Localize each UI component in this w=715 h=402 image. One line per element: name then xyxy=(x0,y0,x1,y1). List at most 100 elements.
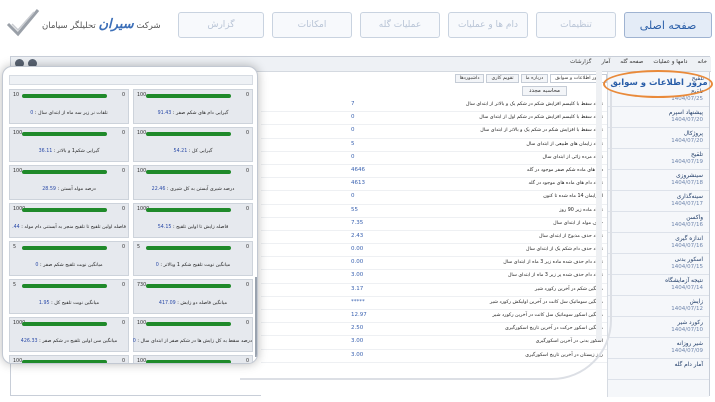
stat-value: 3.00 xyxy=(351,351,364,358)
gauge-max: 730 xyxy=(137,283,147,288)
tab-features[interactable]: امکانات xyxy=(272,12,352,38)
stat-row: تعداد سقط با افزایش شکم در شکم یک و بالا… xyxy=(261,125,607,139)
recalculate-button[interactable]: محاسبه مجدد xyxy=(522,86,567,96)
app-tab-animals[interactable]: دامها و عملیات xyxy=(653,59,687,65)
subtab-about[interactable]: درباره ما xyxy=(520,74,549,83)
sidebar-history-item[interactable]: رکورد شیر 1404/07/10 xyxy=(608,317,709,338)
records-scrollbar[interactable] xyxy=(596,70,602,340)
kpi-gauge: 1000 0 فاصله اولین تلقیح تا تلقیح منجر به … xyxy=(9,203,129,238)
stat-row: تعداد حذف مذبوح از ابتدای سال 2.43 xyxy=(261,231,607,245)
gauge-max: 5 xyxy=(13,283,17,288)
gauge-value: 0 xyxy=(132,339,136,344)
sidebar-history-item[interactable]: آمار دام گله xyxy=(608,359,709,380)
gauge-caption: میانگین نوبت تلقیح شکم 1 وبالاتر : 0 xyxy=(134,263,252,268)
zoomed-gauges-panel: 100 0 گیرایی دام های شکم صفر : 91.43 10 0 تلق… xyxy=(2,66,258,364)
app-tab-home[interactable]: خانه xyxy=(697,59,707,65)
stat-label: میانگین شکم در آخرین رکورد شیر xyxy=(534,286,603,292)
history-item-title: نتیجه آزمایشگاه xyxy=(665,278,703,284)
gauge-value: 417.09 xyxy=(158,301,176,306)
stat-label: دام های ماده شکم صفر موجود در گله xyxy=(526,167,603,173)
sidebar-history-item[interactable]: پیشنهاد اسپرم 1404/07/20 xyxy=(608,107,709,128)
gauge-caption: درصد سقط به کل زایش ها در شکم صفر از ابت… xyxy=(132,339,252,344)
stat-value: 7.35 xyxy=(351,219,364,226)
tab-herd-operations[interactable]: عملیات گله xyxy=(360,12,440,38)
sidebar-history-item[interactable]: سینه‌گذاری 1404/07/17 xyxy=(608,191,709,212)
stat-row: تعداد ماده زیر 90 روز 55 xyxy=(261,205,607,218)
history-item-date: 1404/07/12 xyxy=(671,306,703,312)
gauge-label: میانگین فاصله دو زایش : xyxy=(177,301,228,306)
sidebar-history-item[interactable]: اندازه گیری 1404/07/16 xyxy=(608,233,709,254)
sidebar-history-item[interactable]: شیر روزانه 1404/07/09 xyxy=(608,338,709,359)
history-item-date: 1404/07/14 xyxy=(671,285,703,291)
kpi-gauge: 730 0 میانگین فاصله دو زایش : 417.09 xyxy=(133,279,253,314)
app-tab-stats[interactable]: آمار xyxy=(601,59,610,65)
gauge-value: 0 xyxy=(30,111,34,116)
history-item-date: 1404/07/15 xyxy=(671,264,703,270)
stat-row: تعداد حذف دام شکم یک از ابتدای سال 0.00 xyxy=(261,244,607,258)
sidebar-history-item[interactable]: زایش 1404/07/12 xyxy=(608,296,709,317)
gauge-bar xyxy=(146,246,231,250)
gauge-label: فاصله زایش تا اولین تلقیح : xyxy=(173,225,229,230)
stat-row: روز زیستان در آخرین تاریخ اسکورگیری 3.00 xyxy=(261,350,607,363)
tab-settings[interactable]: تنظیمات xyxy=(536,12,616,38)
kpi-gauge: 100 0 گیرایی شکم1 و بالاتر : 36.11 xyxy=(9,127,129,162)
gauge-min: 0 xyxy=(245,245,249,250)
stat-row: اسکور بدنی در آخرین اسکورگیری 3.00 xyxy=(261,336,607,350)
stat-label: تعداد زایمان های طبیعی از ابتدای سال xyxy=(526,141,603,147)
history-item-title: اسکور بدنی xyxy=(674,257,703,263)
gauge-label: میانگین نوبت تلقیح شکم صفر : xyxy=(40,263,103,268)
gauge-value: 22.46 xyxy=(151,187,166,192)
app-tab-reports[interactable]: گزارشات xyxy=(570,59,591,65)
stat-label: تعداد سقط با کلیسم افزایش شکم در شکم اول… xyxy=(479,115,603,121)
tab-home[interactable]: صفحه اصلی xyxy=(624,12,712,38)
gauge-caption: میانگین سن اولین تلقیح در شکم صفر : 426.… xyxy=(10,339,128,344)
kpi-gauge: 1000درصد سقط به کل زایش در شکم 1 و بالات… xyxy=(9,355,129,364)
subtab-dashboards[interactable]: داشبوردها xyxy=(454,74,485,83)
stat-label: تعداد دام حذف شده پر زیر 3 ماه از ابتدای… xyxy=(507,273,603,279)
stat-label: تعداد مرده زائی از ابتدای سال xyxy=(542,154,603,160)
sidebar-history-item[interactable]: تلقیح 1404/07/19 xyxy=(608,149,709,170)
stat-row: دام های ماده شکم صفر موجود در گله 4646 xyxy=(261,165,607,179)
records-subtabs: مرور اطلاعات و سوابق درباره ما تقویم کار… xyxy=(454,74,607,83)
sidebar-history-item[interactable]: نتیجه آزمایشگاه 1404/07/14 xyxy=(608,275,709,296)
sidebar-history-item[interactable]: پروژکال 1404/07/20 xyxy=(608,128,709,149)
kpi-gauge: 5 0 میانگین نوبت تلقیح شکم 1 وبالاتر : 0 xyxy=(133,241,253,276)
stat-value: 2.43 xyxy=(351,232,364,239)
tab-animals-operations[interactable]: دام ها و عملیات xyxy=(448,12,528,38)
stat-value: 7 xyxy=(351,101,355,107)
gauge-min: 0 xyxy=(245,283,249,288)
gauges-scrollbar[interactable] xyxy=(255,277,257,357)
gauge-max: 10 xyxy=(13,93,20,98)
stat-row: میانگین سوماتیک سل کانت در آخرین اولیکش … xyxy=(261,297,607,310)
stat-row: تعداد زایمان های طبیعی از ابتدای سال 5 xyxy=(261,139,607,152)
app-tab-herd[interactable]: صفحه گله xyxy=(620,59,643,65)
kpi-gauge: 10 0 تلقات نر زیر سه ماه از ابتدای سال : 0 xyxy=(9,89,129,124)
stat-row: تعداد دام حذف شده پر زیر 3 ماه از ابتدای… xyxy=(261,270,607,284)
gauge-max: 100 xyxy=(137,321,147,326)
stat-value: 0.00 xyxy=(351,259,364,266)
stat-label: تعداد سقط با افزایش شکم در شکم یک و بالا… xyxy=(480,128,603,134)
app-tabs: خانه دامها و عملیات صفحه گله آمار گزارشا… xyxy=(570,59,707,65)
kpi-gauge: 100 0 درصد سقط به کل زایش ها در شکم صفر از… xyxy=(133,317,253,352)
sidebar-history-item[interactable]: واکسن 1404/07/16 xyxy=(608,212,709,233)
company-suffix: تحلیلگر سیامان xyxy=(42,21,96,31)
gauge-max: 100 xyxy=(13,359,23,364)
gauge-bar xyxy=(22,284,107,288)
gauge-bar xyxy=(146,132,231,136)
kpi-gauge: 1000 0 میانگین سن اولین تلقیح در شکم صفر :… xyxy=(9,317,129,352)
stat-label: از زایمان 14 ماه شده تا کنون xyxy=(543,194,603,200)
gauge-max: 100 xyxy=(137,131,147,136)
sidebar-history-item[interactable]: اسکور بدنی 1404/07/15 xyxy=(608,254,709,275)
gauge-label: درصد مولد آبستن : xyxy=(57,187,96,192)
gauge-value: 426.33 xyxy=(20,339,38,344)
stat-row: تعداد سقط با کلیسم افزایش شکم در شکم اول… xyxy=(261,112,607,126)
subtab-calendar[interactable]: تقویم کاری xyxy=(486,74,519,83)
highlight-label[interactable]: مرور اطلاعات و سوابق xyxy=(610,78,708,88)
tab-reports[interactable]: گزارش xyxy=(178,12,264,38)
main-nav-tabs: صفحه اصلی تنظیمات دام ها و عملیات عملیات… xyxy=(178,12,712,38)
history-item-date: 1404/07/20 xyxy=(671,117,703,123)
sidebar-history-item[interactable]: سینشروزی 1404/07/18 xyxy=(608,170,709,191)
history-item-date: 1404/07/09 xyxy=(671,348,703,354)
gauge-min: 0 xyxy=(245,359,249,364)
history-item-date: 1404/07/16 xyxy=(671,243,703,249)
